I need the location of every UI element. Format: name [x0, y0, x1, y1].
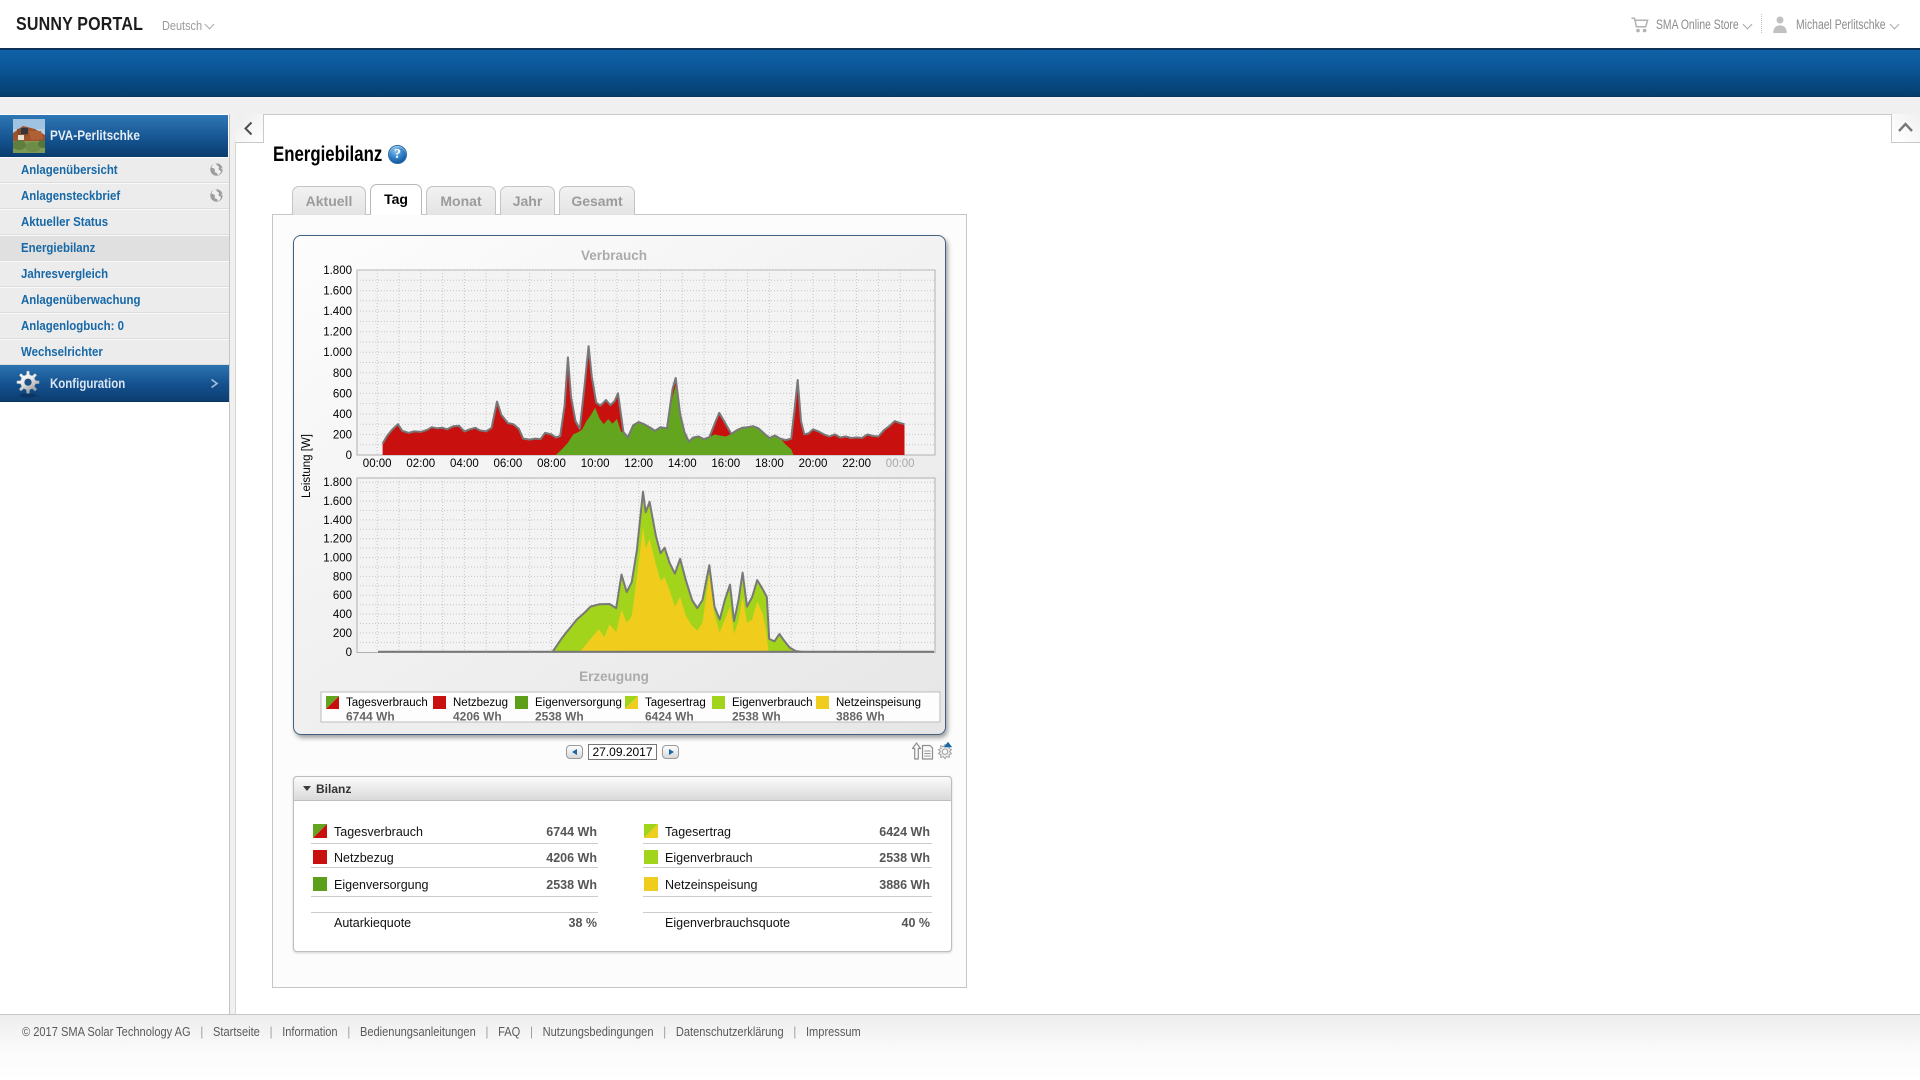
- svg-text:14:00: 14:00: [668, 458, 697, 470]
- svg-text:1.600: 1.600: [323, 286, 352, 298]
- svg-text:200: 200: [333, 628, 352, 640]
- svg-text:12:00: 12:00: [624, 458, 653, 470]
- svg-text:Leistung [W]: Leistung [W]: [301, 434, 313, 498]
- svg-text:1.800: 1.800: [323, 265, 352, 277]
- svg-text:Verbrauch: Verbrauch: [581, 248, 647, 263]
- svg-text:400: 400: [333, 609, 352, 621]
- svg-text:Eigenversorgung: Eigenversorgung: [535, 697, 622, 709]
- svg-text:18:00: 18:00: [755, 458, 784, 470]
- svg-text:0: 0: [346, 647, 352, 659]
- svg-text:800: 800: [333, 368, 352, 380]
- svg-text:16:00: 16:00: [711, 458, 740, 470]
- svg-text:2538 Wh: 2538 Wh: [732, 710, 781, 724]
- svg-text:600: 600: [333, 590, 352, 602]
- svg-text:1.200: 1.200: [323, 534, 352, 546]
- svg-text:08:00: 08:00: [537, 458, 566, 470]
- svg-text:02:00: 02:00: [406, 458, 435, 470]
- svg-text:Eigenverbrauch: Eigenverbrauch: [732, 697, 813, 709]
- svg-text:1.400: 1.400: [323, 306, 352, 318]
- svg-text:800: 800: [333, 571, 352, 583]
- svg-text:1.600: 1.600: [323, 496, 352, 508]
- svg-text:10:00: 10:00: [581, 458, 610, 470]
- svg-text:Tagesertrag: Tagesertrag: [645, 697, 706, 709]
- svg-text:1.200: 1.200: [323, 327, 352, 339]
- svg-text:2538 Wh: 2538 Wh: [535, 710, 584, 724]
- svg-text:1.800: 1.800: [323, 477, 352, 489]
- svg-text:6424 Wh: 6424 Wh: [645, 710, 694, 724]
- svg-text:00:00: 00:00: [886, 458, 915, 470]
- svg-text:1.000: 1.000: [323, 347, 352, 359]
- svg-text:3886 Wh: 3886 Wh: [836, 710, 885, 724]
- svg-text:6744 Wh: 6744 Wh: [346, 710, 395, 724]
- svg-text:22:00: 22:00: [842, 458, 871, 470]
- svg-text:Erzeugung: Erzeugung: [579, 669, 649, 684]
- svg-text:06:00: 06:00: [494, 458, 523, 470]
- svg-text:600: 600: [333, 388, 352, 400]
- svg-text:1.000: 1.000: [323, 553, 352, 565]
- svg-text:1.400: 1.400: [323, 515, 352, 527]
- svg-text:Tagesverbrauch: Tagesverbrauch: [346, 697, 428, 709]
- svg-text:20:00: 20:00: [799, 458, 828, 470]
- svg-text:Netzeinspeisung: Netzeinspeisung: [836, 697, 921, 709]
- svg-text:0: 0: [346, 450, 352, 462]
- svg-text:04:00: 04:00: [450, 458, 479, 470]
- svg-text:Netzbezug: Netzbezug: [453, 697, 508, 709]
- svg-text:00:00: 00:00: [363, 458, 392, 470]
- svg-text:400: 400: [333, 409, 352, 421]
- svg-text:200: 200: [333, 429, 352, 441]
- svg-text:4206 Wh: 4206 Wh: [453, 710, 502, 724]
